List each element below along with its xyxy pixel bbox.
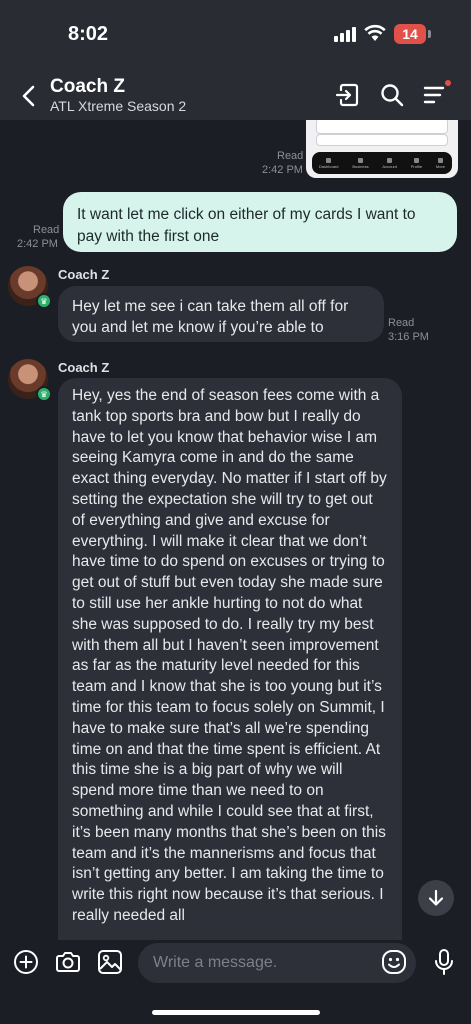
thumb-tab: Business	[352, 158, 368, 169]
message-composer	[0, 940, 471, 1024]
message-time: 2:42 PM	[262, 164, 303, 177]
arrow-down-icon	[428, 889, 444, 906]
message-input[interactable]	[138, 943, 416, 983]
incoming-message[interactable]: Hey, yes the end of season fees come wit…	[58, 378, 402, 940]
read-label: Read	[33, 224, 60, 236]
timestamp: 3:16 PM	[388, 331, 429, 343]
battery-icon: 14	[394, 24, 426, 44]
thumb-tab: More	[436, 158, 445, 169]
outgoing-message[interactable]: It want let me click on either of my car…	[63, 192, 457, 252]
status-bar: 8:02 14	[0, 0, 471, 70]
microphone-icon[interactable]	[430, 948, 458, 976]
status-time: 8:02	[68, 23, 109, 45]
timestamp: 2:42 PM	[17, 238, 58, 250]
chat-header: Coach Z ATL Xtreme Season 2	[0, 70, 471, 120]
thumb-tab: Profile	[411, 158, 422, 169]
battery-cap	[428, 30, 431, 38]
home-indicator	[152, 1010, 320, 1015]
crown-icon: ♛	[36, 386, 52, 402]
message-list[interactable]: Dashboard Business Account Profile More …	[0, 120, 471, 940]
read-label: Read	[277, 150, 304, 162]
plus-circle-icon[interactable]	[12, 948, 40, 976]
sender-name: Coach Z	[58, 267, 110, 282]
read-receipt: Read	[33, 224, 59, 237]
thumb-tab: Account	[382, 158, 396, 169]
avatar[interactable]: ♛	[8, 359, 52, 402]
signal-icon	[334, 26, 358, 42]
sender-name: Coach Z	[58, 360, 110, 375]
search-icon[interactable]	[377, 80, 407, 110]
chat-subtitle[interactable]: ATL Xtreme Season 2	[50, 98, 186, 114]
gallery-icon[interactable]	[96, 948, 124, 976]
message-time: 2:42 PM	[17, 238, 58, 251]
chevron-left-icon[interactable]	[14, 80, 42, 112]
crown-icon: ♛	[36, 293, 52, 309]
thumbnail-tabbar: Dashboard Business Account Profile More	[312, 152, 452, 174]
read-receipt: Read	[277, 150, 303, 163]
read-label: Read	[388, 317, 415, 329]
card-placeholder	[316, 120, 448, 134]
avatar[interactable]: ♛	[8, 266, 52, 309]
card-placeholder	[316, 134, 448, 146]
chat-title[interactable]: Coach Z	[50, 76, 125, 98]
image-attachment[interactable]: Dashboard Business Account Profile More	[306, 120, 458, 178]
emoji-icon[interactable]	[380, 948, 408, 976]
read-receipt: Read	[388, 317, 414, 330]
scroll-down-button[interactable]	[418, 880, 454, 916]
message-time: 3:16 PM	[388, 331, 429, 344]
wifi-icon	[364, 24, 386, 42]
incoming-message[interactable]: Hey let me see i can take them all off f…	[58, 286, 384, 342]
timestamp: 2:42 PM	[262, 164, 303, 176]
sign-in-icon[interactable]	[333, 80, 363, 110]
thumb-tab: Dashboard	[319, 158, 339, 169]
notification-dot	[445, 80, 451, 86]
camera-icon[interactable]	[54, 948, 82, 976]
